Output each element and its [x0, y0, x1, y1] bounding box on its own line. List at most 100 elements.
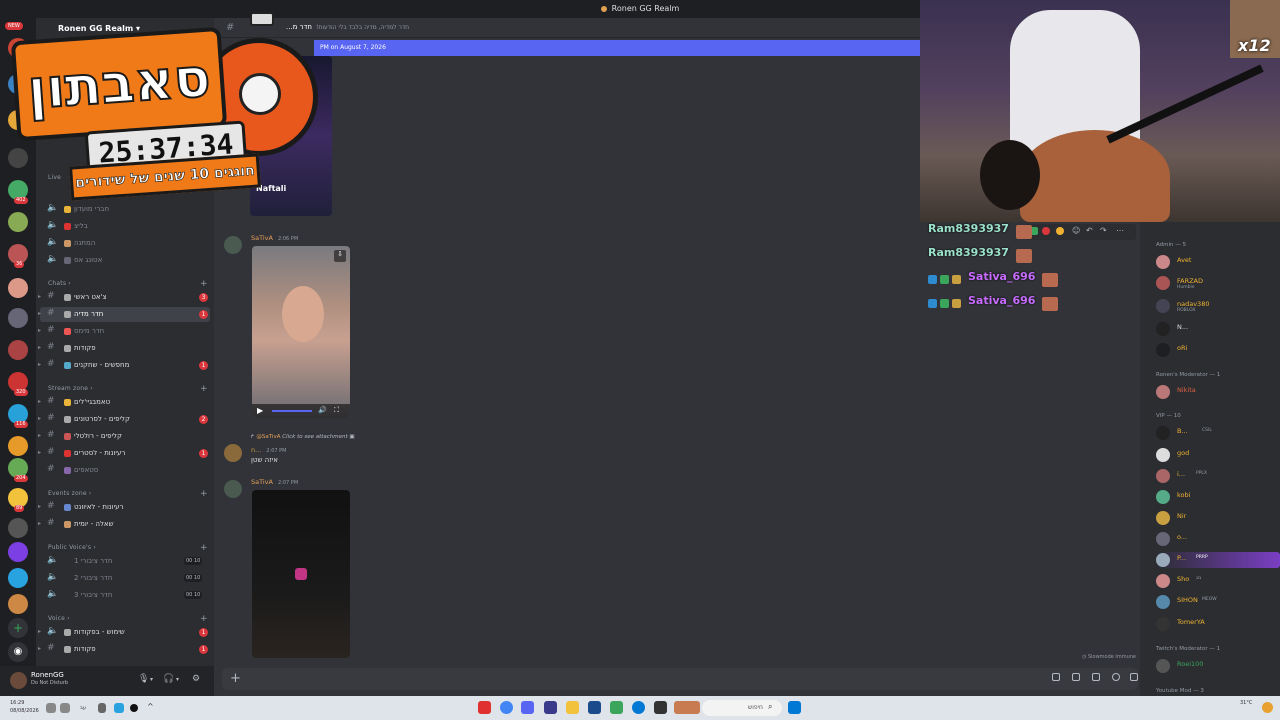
emoji-icon[interactable] [1112, 673, 1120, 681]
gift-icon[interactable] [1052, 673, 1060, 681]
avatar[interactable] [224, 480, 242, 498]
text-channel[interactable]: ▸ # פקודות 1 [38, 642, 210, 657]
text-channel-selected[interactable]: ▸ # חדר מדיה 1 [38, 307, 210, 322]
text-channel[interactable]: ▸ # טאמבגיי'לים [38, 395, 210, 410]
file-explorer-icon[interactable] [566, 701, 579, 714]
play-icon[interactable]: ▶ [257, 406, 263, 415]
member-item[interactable]: FARZAD Humble [1156, 275, 1276, 291]
tray-app-icon[interactable] [114, 703, 124, 713]
message-author[interactable]: SaTivA 2:06 PM [251, 234, 298, 242]
member-item[interactable]: Roei100 [1156, 658, 1276, 674]
monitor-icon[interactable] [46, 703, 56, 713]
add-channel-icon[interactable]: + [200, 279, 208, 289]
new-messages-bar[interactable]: PM on August 7, 2026 [314, 40, 920, 56]
search-box[interactable]: חיפוש ⌕ [702, 700, 782, 716]
avatar[interactable] [224, 444, 242, 462]
message-composer[interactable]: + [222, 668, 1138, 690]
member-item[interactable]: i... PPLX [1156, 468, 1276, 484]
category-public-voice[interactable]: Public Voice's › + [48, 543, 208, 553]
reply-preview[interactable]: ↱ @SaTivA Click to see attachment ▣ [250, 434, 355, 440]
voice-channel[interactable]: 🔈 חדר ציבורי 2 00 10 [40, 571, 210, 586]
member-item[interactable]: Nikita [1156, 384, 1276, 400]
video-attachment[interactable] [252, 490, 350, 658]
microphone-icon[interactable]: 🎙 [138, 674, 149, 684]
tray-app-icon[interactable] [130, 704, 138, 712]
server-icon[interactable]: 36 [8, 244, 28, 268]
download-icon[interactable]: ⇩ [334, 250, 346, 262]
microphone-icon[interactable] [98, 703, 106, 713]
member-item[interactable]: god [1156, 447, 1276, 463]
voice-channel[interactable]: ▸ 🔈 שימוש - בפקודות 1 [38, 625, 210, 640]
member-item[interactable]: TomerYA [1156, 616, 1276, 632]
text-channel[interactable]: ▸ # קליפים - לסרטונים 2 [38, 412, 210, 427]
voice-channel[interactable]: 🔈 בליצ [40, 219, 210, 234]
voice-channel[interactable]: 🔈 חדר ציבורי 3 00 10 [40, 588, 210, 603]
message-author[interactable]: SaTivA 2:07 PM [251, 478, 298, 486]
language-indicator[interactable]: עב [80, 705, 86, 711]
taskbar-app-icon[interactable] [478, 701, 491, 714]
server-icon[interactable]: 320 [8, 372, 28, 396]
message-author[interactable]: n... 2:07 PM [251, 446, 286, 454]
text-channel[interactable]: ▸ # פקודות [38, 341, 210, 356]
add-channel-icon[interactable]: + [200, 489, 208, 499]
text-channel[interactable]: ▸ # רעיונות - לסטרים 1 [38, 446, 210, 461]
taskbar-app-icon[interactable] [654, 701, 667, 714]
server-icon[interactable] [8, 518, 28, 538]
text-channel[interactable]: ▸ # שאלה - יומית [38, 517, 210, 532]
chevron-down-icon[interactable]: ▾ [150, 676, 153, 683]
video-progress[interactable] [272, 410, 312, 412]
gear-icon[interactable]: ⚙ [192, 674, 200, 684]
text-channel[interactable]: ▸ # רעיונות - לאיוונט [38, 500, 210, 515]
chevron-down-icon[interactable]: ▾ [176, 676, 179, 683]
member-item[interactable]: B... CSIL [1156, 425, 1276, 441]
headphones-icon[interactable]: 🎧 [163, 674, 174, 684]
voice-channel[interactable]: 🔈 חדר ציבורי 1 00 10 [40, 554, 210, 569]
add-channel-icon[interactable]: + [200, 614, 208, 624]
member-item[interactable]: Sho גזג [1156, 573, 1276, 589]
chevron-up-icon[interactable]: ^ [147, 702, 154, 711]
member-item[interactable]: SIHON MEOW [1156, 594, 1276, 610]
add-channel-icon[interactable]: + [200, 384, 208, 394]
server-icon[interactable] [8, 212, 28, 232]
member-item[interactable]: N... [1156, 321, 1276, 337]
add-server-icon[interactable]: + [8, 618, 28, 638]
member-item[interactable]: nadav380 ROBLOX [1156, 298, 1276, 314]
member-item[interactable]: P... PRRP [1156, 552, 1280, 568]
server-icon[interactable] [8, 340, 28, 360]
steam-icon[interactable] [588, 701, 601, 714]
chrome-icon[interactable] [500, 701, 513, 714]
server-icon[interactable] [8, 568, 28, 588]
avatar[interactable] [10, 672, 27, 689]
text-channel[interactable]: ▸ # חדר מימס [38, 324, 210, 339]
server-icon[interactable] [8, 436, 28, 456]
server-icon[interactable] [8, 308, 28, 328]
widget-icon[interactable] [674, 701, 700, 714]
edge-icon[interactable] [632, 701, 645, 714]
voice-channel[interactable]: 🔈 אטונג אס [40, 253, 210, 268]
gif-icon[interactable] [1072, 673, 1080, 681]
add-channel-icon[interactable]: + [200, 543, 208, 553]
add-attachment-icon[interactable]: + [230, 671, 241, 686]
category-chats[interactable]: Chats › + [48, 279, 208, 289]
avatar[interactable] [224, 236, 242, 254]
server-icon[interactable] [8, 278, 28, 298]
discover-icon[interactable]: ◉ [8, 642, 28, 662]
server-icon[interactable]: 116 [8, 404, 28, 428]
member-item[interactable]: Avet [1156, 254, 1276, 270]
voice-channel[interactable]: 🔈 חברי מועדון [40, 202, 210, 217]
sticker-icon[interactable] [1092, 673, 1100, 681]
text-channel[interactable]: ▸ # צ'אט ראשי 3 [38, 290, 210, 305]
apps-icon[interactable] [1130, 673, 1138, 681]
server-icon[interactable]: 89 [8, 488, 28, 512]
taskbar-app-icon[interactable] [544, 701, 557, 714]
member-item[interactable]: Nir [1156, 510, 1276, 526]
category-stream[interactable]: Stream zone › + [48, 384, 208, 394]
server-icon[interactable]: 204 [8, 458, 28, 482]
text-channel[interactable]: # סטאפים [40, 463, 210, 478]
discord-icon[interactable] [521, 701, 534, 714]
member-item[interactable]: kobi [1156, 489, 1276, 505]
start-icon[interactable] [788, 701, 801, 714]
video-attachment[interactable]: ⇩ ▶ 🔊 ⛶ [252, 246, 350, 418]
network-icon[interactable] [60, 703, 70, 713]
member-item[interactable]: oRi [1156, 342, 1276, 358]
